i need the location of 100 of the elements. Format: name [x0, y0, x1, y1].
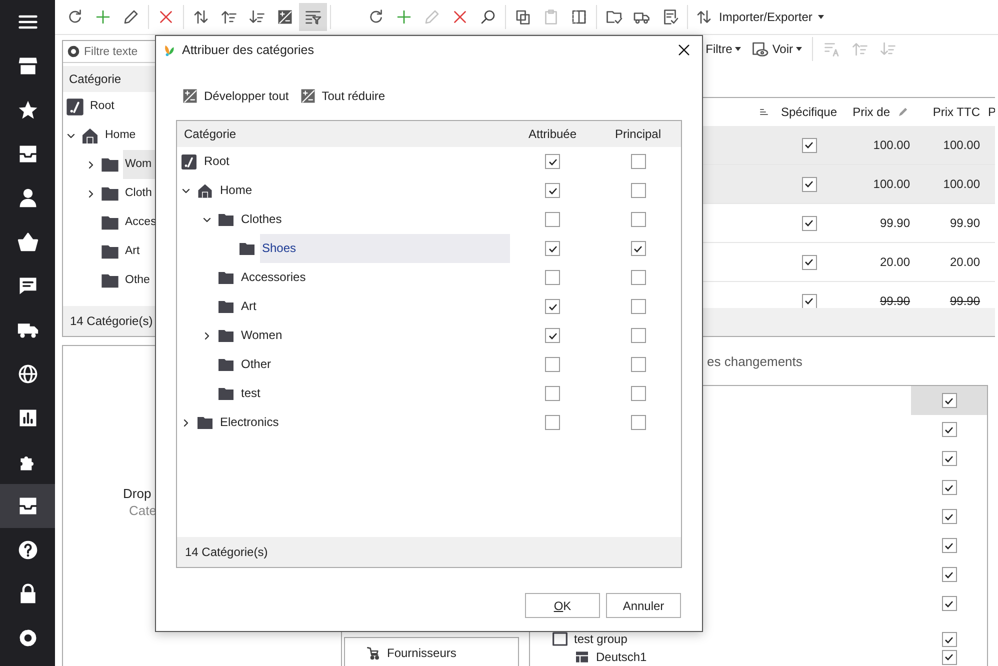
checkbox[interactable] [942, 650, 956, 664]
checkbox[interactable] [630, 212, 646, 227]
tree-item[interactable]: Women [239, 321, 284, 350]
cancel-button[interactable]: Annuler [606, 593, 681, 618]
checkbox[interactable] [545, 212, 560, 227]
checkbox[interactable] [942, 422, 956, 437]
sort-descending-icon [879, 40, 897, 58]
hand-truck-icon [365, 644, 381, 660]
checkbox[interactable] [942, 451, 956, 466]
tree-item[interactable]: Acces [123, 208, 158, 237]
up-down-arrows-icon [192, 8, 210, 26]
inbox-icon [16, 495, 38, 517]
changes-text: es changements [707, 354, 802, 368]
close-icon [451, 8, 469, 26]
checkbox[interactable] [802, 138, 816, 152]
expand-all-button[interactable]: Développer tout [181, 87, 289, 105]
ok-button[interactable]: OK [525, 593, 600, 618]
checkbox[interactable] [942, 480, 956, 495]
tree-item[interactable]: Electronics [218, 408, 281, 437]
tree-item[interactable]: Accessories [239, 263, 308, 292]
checkbox[interactable] [545, 154, 560, 169]
checkbox[interactable] [545, 299, 560, 314]
checkbox[interactable] [942, 509, 956, 524]
checkbox[interactable] [545, 270, 560, 285]
status-text: 14 Catégorie(s) [185, 545, 268, 559]
checkbox[interactable] [630, 154, 646, 169]
checkbox[interactable] [545, 183, 560, 198]
tree-item[interactable]: test group [574, 632, 628, 646]
column-header[interactable]: Prix de [852, 105, 890, 119]
tree-item[interactable]: test [239, 379, 262, 408]
copy-icon [514, 8, 532, 26]
tree-item[interactable]: Cloth [123, 179, 154, 208]
dashed-square-icon [570, 8, 588, 26]
checkbox[interactable] [802, 294, 816, 308]
plus-icon [395, 8, 413, 26]
globe-icon [16, 363, 38, 385]
tree-item[interactable]: Deutsch1 [596, 650, 647, 664]
table-cell-text: 100.00 [942, 177, 980, 191]
tree-item[interactable]: Shoes [260, 234, 510, 263]
star-icon [16, 99, 38, 121]
drop-title: Drop [123, 486, 152, 501]
checkbox[interactable] [630, 328, 646, 343]
checkbox[interactable] [630, 299, 646, 314]
tree-item[interactable]: Root [202, 147, 232, 176]
column-header[interactable]: Spécifique [778, 105, 840, 119]
tree-item[interactable]: Clothes [239, 205, 284, 234]
tree-item[interactable]: Home [218, 176, 254, 205]
close-icon [157, 8, 175, 26]
checkbox[interactable] [802, 216, 816, 230]
column-header[interactable]: Prix TTC [918, 105, 980, 119]
column-header[interactable]: Catégorie [177, 127, 510, 141]
checkbox[interactable] [630, 386, 646, 401]
checkbox[interactable] [545, 357, 560, 372]
collapse-all-button[interactable]: Tout réduire [298, 87, 386, 105]
column-header[interactable]: Principal [595, 127, 681, 141]
checkbox[interactable] [802, 254, 816, 270]
checkbox[interactable] [630, 357, 646, 372]
tree-item[interactable]: Art [123, 237, 142, 266]
column-header[interactable]: P [980, 105, 995, 119]
clipboard-icon [542, 8, 560, 26]
checkbox[interactable] [942, 632, 956, 647]
table-cell-text: 100.00 [942, 138, 980, 152]
up-down-arrows-icon [695, 8, 713, 26]
tree-item[interactable]: Art [239, 292, 258, 321]
checkbox[interactable] [942, 538, 956, 553]
dialog-title: Attribuer des catégories [182, 43, 316, 57]
tree-item[interactable]: Root [88, 92, 116, 121]
frame-icon [552, 631, 568, 647]
suppliers-button[interactable]: Fournisseurs [344, 637, 519, 666]
pencil-icon [896, 105, 910, 119]
column-header[interactable]: Attribuée [510, 127, 595, 141]
checkbox[interactable] [545, 386, 560, 401]
checkbox[interactable] [545, 241, 560, 256]
toolbar-button[interactable]: Importer/Exporter [691, 3, 828, 31]
table-cell-text: 20.00 [948, 255, 980, 269]
checkbox[interactable] [630, 415, 646, 430]
tree-item[interactable]: Home [103, 121, 138, 150]
checkbox[interactable] [942, 567, 956, 582]
checkbox[interactable] [545, 415, 560, 430]
tree-item[interactable]: Othe [123, 266, 152, 295]
checkbox[interactable] [630, 183, 646, 198]
table-cell-text: 20.00 [878, 255, 911, 269]
sidebar-item[interactable] [0, 484, 55, 528]
tree-item[interactable]: Other [239, 350, 274, 379]
plus-icon [94, 8, 112, 26]
table-cell-text: 99.90 [948, 294, 980, 308]
checkbox[interactable] [942, 393, 956, 408]
refresh-icon [367, 8, 385, 26]
column-header[interactable]: Catégorie [69, 72, 122, 86]
toolbar-button[interactable] [299, 3, 327, 31]
toolbar-button[interactable]: Voir [748, 36, 805, 60]
table-cell-text: 100.00 [872, 177, 911, 191]
checkbox[interactable] [630, 270, 646, 285]
refresh-icon [66, 8, 84, 26]
checkbox[interactable] [802, 176, 816, 192]
checkbox[interactable] [630, 241, 646, 256]
filter-list-icon [304, 8, 322, 26]
expand-collapse-icon [181, 87, 199, 105]
checkbox[interactable] [545, 328, 560, 343]
checkbox[interactable] [942, 596, 956, 611]
